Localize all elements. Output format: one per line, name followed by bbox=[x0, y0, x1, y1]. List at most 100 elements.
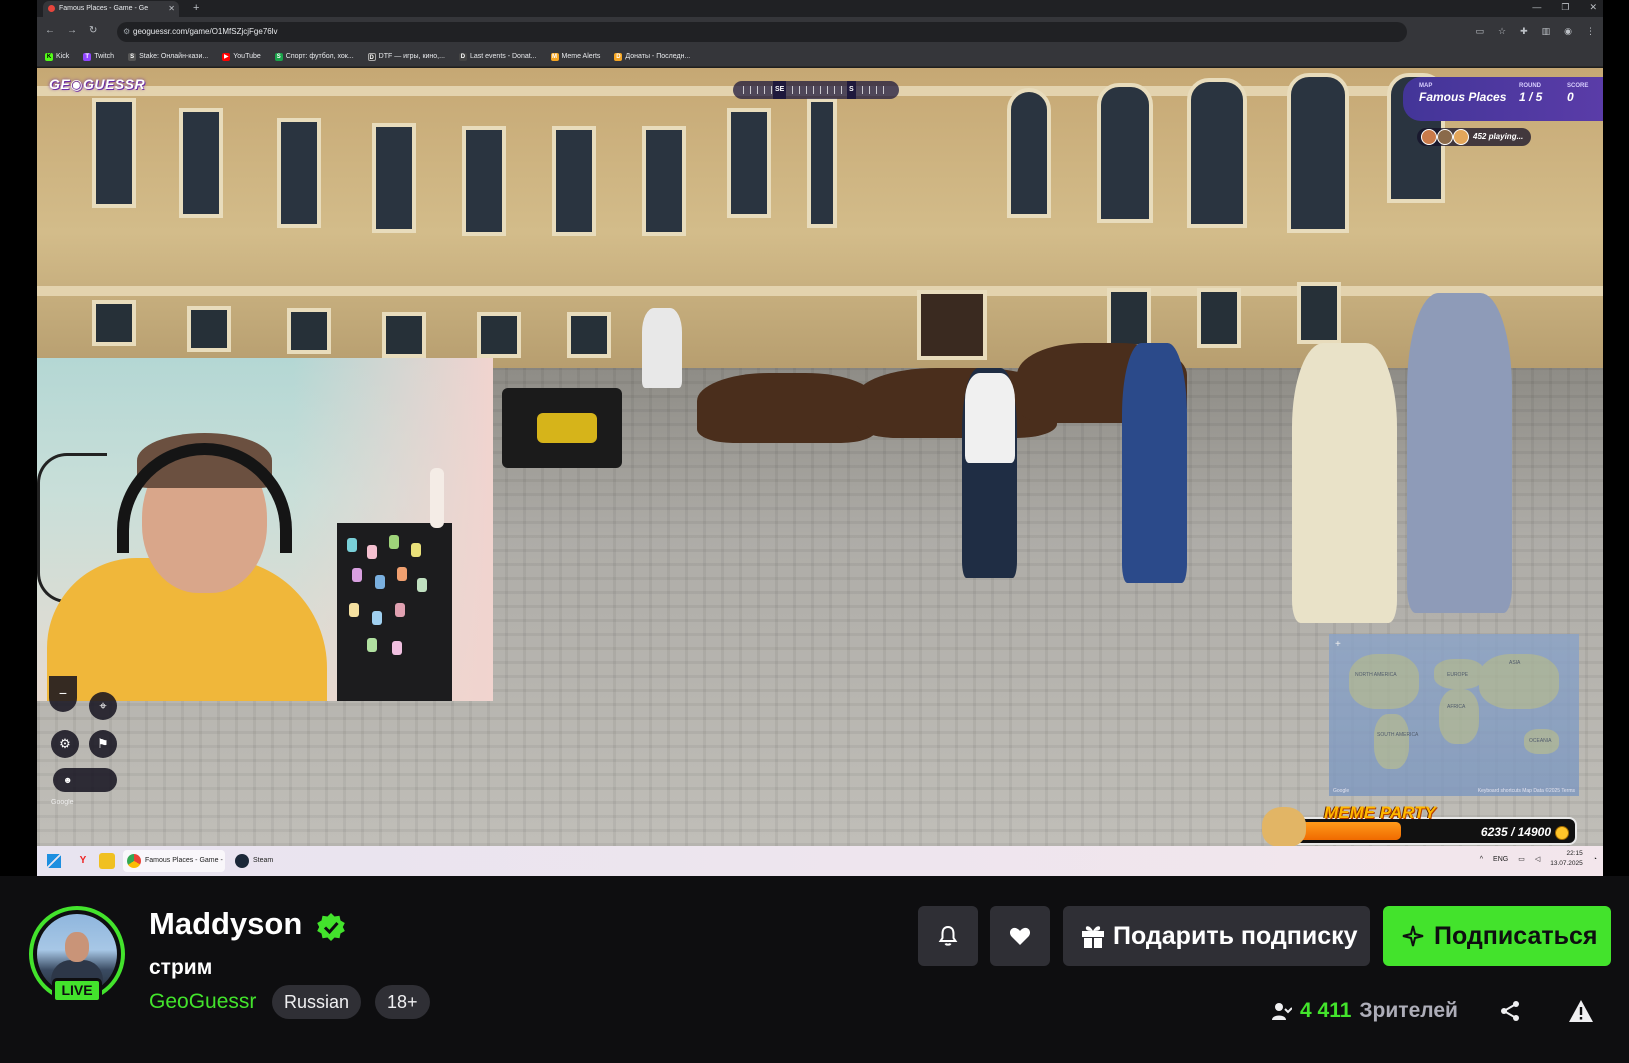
window bbox=[727, 108, 771, 218]
return-to-start-button[interactable]: ⚑ bbox=[89, 730, 117, 758]
new-tab-button[interactable]: + bbox=[193, 0, 199, 16]
close-window-icon[interactable]: ✕ bbox=[1589, 0, 1597, 15]
round-value: 1 / 5 bbox=[1519, 90, 1543, 104]
minimap-terms[interactable]: Keyboard shortcuts Map Data ©2025 Terms bbox=[1478, 786, 1575, 796]
bookmark-item[interactable]: S Stake: Онлайн-кази... bbox=[128, 52, 208, 61]
map-value: Famous Places bbox=[1419, 90, 1507, 104]
system-clock[interactable]: 22:15 13.07.2025 bbox=[1550, 849, 1583, 869]
round-info: ROUND 1 / 5 bbox=[1519, 83, 1542, 104]
geoguessr-logo[interactable]: GE◉GUESSR bbox=[49, 76, 145, 93]
browser-tab[interactable]: Famous Places - Game - Ge ✕ bbox=[43, 1, 179, 17]
notifications-button[interactable] bbox=[918, 906, 978, 966]
share-icon[interactable] bbox=[1499, 1000, 1521, 1022]
language-indicator[interactable]: ENG bbox=[1493, 856, 1508, 863]
window bbox=[382, 312, 426, 358]
minimap-label: NORTH AMERICA bbox=[1355, 672, 1397, 678]
steam-icon bbox=[235, 854, 249, 868]
bookmark-item[interactable]: D Донаты - Последн... bbox=[614, 52, 690, 61]
sticker bbox=[397, 567, 407, 581]
window bbox=[1287, 73, 1349, 233]
follow-button[interactable] bbox=[990, 906, 1050, 966]
sticker bbox=[367, 638, 377, 652]
notifications-icon[interactable]: ◔ bbox=[1593, 856, 1597, 863]
category-link[interactable]: GeoGuessr bbox=[149, 990, 256, 1014]
tag-language[interactable]: Russian bbox=[272, 985, 362, 1019]
score-info: SCORE 0 bbox=[1567, 83, 1588, 104]
bookmark-item[interactable]: ▶ YouTube bbox=[222, 52, 261, 61]
pedestrian bbox=[1407, 293, 1512, 613]
back-icon[interactable]: ← bbox=[45, 25, 55, 36]
stream-player[interactable]: Famous Places - Game - Ge ✕ + — ❐ ✕ ← → … bbox=[0, 0, 1629, 876]
minimap-label: SOUTH AMERICA bbox=[1377, 732, 1419, 738]
bookmark-star-icon[interactable]: ☆ bbox=[1498, 26, 1506, 37]
bookmark-item[interactable]: D DTF — игры, кино,... bbox=[367, 52, 445, 61]
heart-icon bbox=[1009, 927, 1031, 945]
bookmark-item[interactable]: D Last events - Donat... bbox=[458, 52, 537, 61]
taskbar-app-label: Steam bbox=[253, 857, 274, 864]
minimap-label: OCEANIA bbox=[1529, 738, 1552, 744]
network-icon[interactable]: ▭ bbox=[1518, 855, 1525, 863]
site-info-icon[interactable]: ⚙ bbox=[123, 22, 130, 42]
profile-icon[interactable]: ◉ bbox=[1564, 26, 1572, 37]
gift-subscription-button[interactable]: Подарить подписку bbox=[1063, 906, 1370, 966]
score-value: 0 bbox=[1567, 90, 1574, 104]
close-tab-icon[interactable]: ✕ bbox=[168, 1, 175, 16]
gift-subscription-label: Подарить подписку bbox=[1113, 922, 1358, 950]
minimize-icon[interactable]: — bbox=[1532, 0, 1541, 15]
bookmark-item[interactable]: T Twitch bbox=[83, 52, 114, 61]
file-explorer-icon[interactable] bbox=[99, 853, 115, 869]
forward-icon[interactable]: → bbox=[67, 25, 77, 36]
window bbox=[92, 98, 136, 208]
sidepanel-icon[interactable]: ▥ bbox=[1542, 26, 1551, 37]
sticker bbox=[347, 538, 357, 552]
taskbar-app-chrome[interactable]: Famous Places - Game - bbox=[123, 850, 225, 872]
set-location-button[interactable]: ⌖ bbox=[89, 692, 117, 720]
twitch-icon: T bbox=[83, 52, 92, 61]
tag-age[interactable]: 18+ bbox=[375, 985, 430, 1019]
windows-start-icon[interactable] bbox=[47, 854, 61, 868]
player-avatar bbox=[1437, 129, 1453, 145]
yandex-browser-icon[interactable]: Y bbox=[75, 853, 91, 869]
settings-button[interactable]: ⚙ bbox=[51, 730, 79, 758]
webcam-figurine bbox=[430, 468, 444, 528]
compass-ticks bbox=[743, 86, 889, 94]
carriage-panel bbox=[537, 413, 597, 443]
bookmark-item[interactable]: K Kick bbox=[45, 52, 69, 61]
stake-icon: S bbox=[128, 52, 137, 61]
compass: SE S bbox=[733, 81, 899, 99]
url-text: geoguessr.com/game/O1MfSZjcjFge76lv bbox=[133, 27, 278, 36]
windows-taskbar: Y Famous Places - Game - Steam ^ ENG ▭ ◁… bbox=[37, 846, 1603, 876]
window bbox=[1007, 88, 1051, 218]
bookmark-item[interactable]: S Спорт: футбол, хок... bbox=[274, 52, 354, 61]
report-icon[interactable] bbox=[1568, 999, 1594, 1023]
menu-icon[interactable]: ⋮ bbox=[1586, 26, 1595, 37]
streetview-panorama[interactable]: GE◉GUESSR SE S MAP Famous Places ROUND 1… bbox=[37, 68, 1603, 846]
zoom-out-button[interactable]: − bbox=[49, 676, 77, 712]
taskbar-app-steam[interactable]: Steam bbox=[231, 850, 291, 872]
viewer-count: 4 411 Зрителей bbox=[1272, 996, 1458, 1026]
window bbox=[187, 306, 231, 352]
restore-icon[interactable]: ❐ bbox=[1561, 0, 1569, 15]
bookmark-label: Спорт: футбол, хок... bbox=[285, 53, 354, 60]
sticker bbox=[372, 611, 382, 625]
bookmark-item[interactable]: M Meme Alerts bbox=[550, 52, 600, 61]
party-button[interactable]: ☻ bbox=[53, 768, 117, 792]
volume-icon[interactable]: ◁ bbox=[1535, 855, 1540, 863]
map-label: MAP bbox=[1419, 83, 1433, 89]
install-icon[interactable]: ▭ bbox=[1475, 26, 1484, 37]
guess-minimap[interactable]: + NORTH AMERICA EUROPE ASIA AFRICA SOUTH… bbox=[1329, 634, 1579, 796]
reload-icon[interactable]: ↻ bbox=[89, 25, 97, 36]
subscribe-button[interactable]: Подписаться bbox=[1383, 906, 1611, 966]
pedestrian bbox=[965, 373, 1015, 463]
webcam-overlay bbox=[37, 358, 493, 701]
map-info: MAP Famous Places bbox=[1419, 83, 1506, 104]
continent bbox=[1349, 654, 1419, 709]
channel-name[interactable]: Maddyson bbox=[149, 906, 302, 942]
minimap-zoom-in-icon[interactable]: + bbox=[1335, 639, 1341, 650]
toolbar-icons: ▭ ☆ ✚ ▥ ◉ ⋮ bbox=[1475, 26, 1595, 37]
viewers-icon bbox=[1272, 1003, 1292, 1020]
url-field[interactable]: ⚙ geoguessr.com/game/O1MfSZjcjFge76lv bbox=[117, 22, 1407, 42]
tray-chevron-icon[interactable]: ^ bbox=[1480, 856, 1483, 863]
bookmark-label: DTF — игры, кино,... bbox=[378, 53, 445, 60]
extensions-icon[interactable]: ✚ bbox=[1520, 26, 1528, 37]
